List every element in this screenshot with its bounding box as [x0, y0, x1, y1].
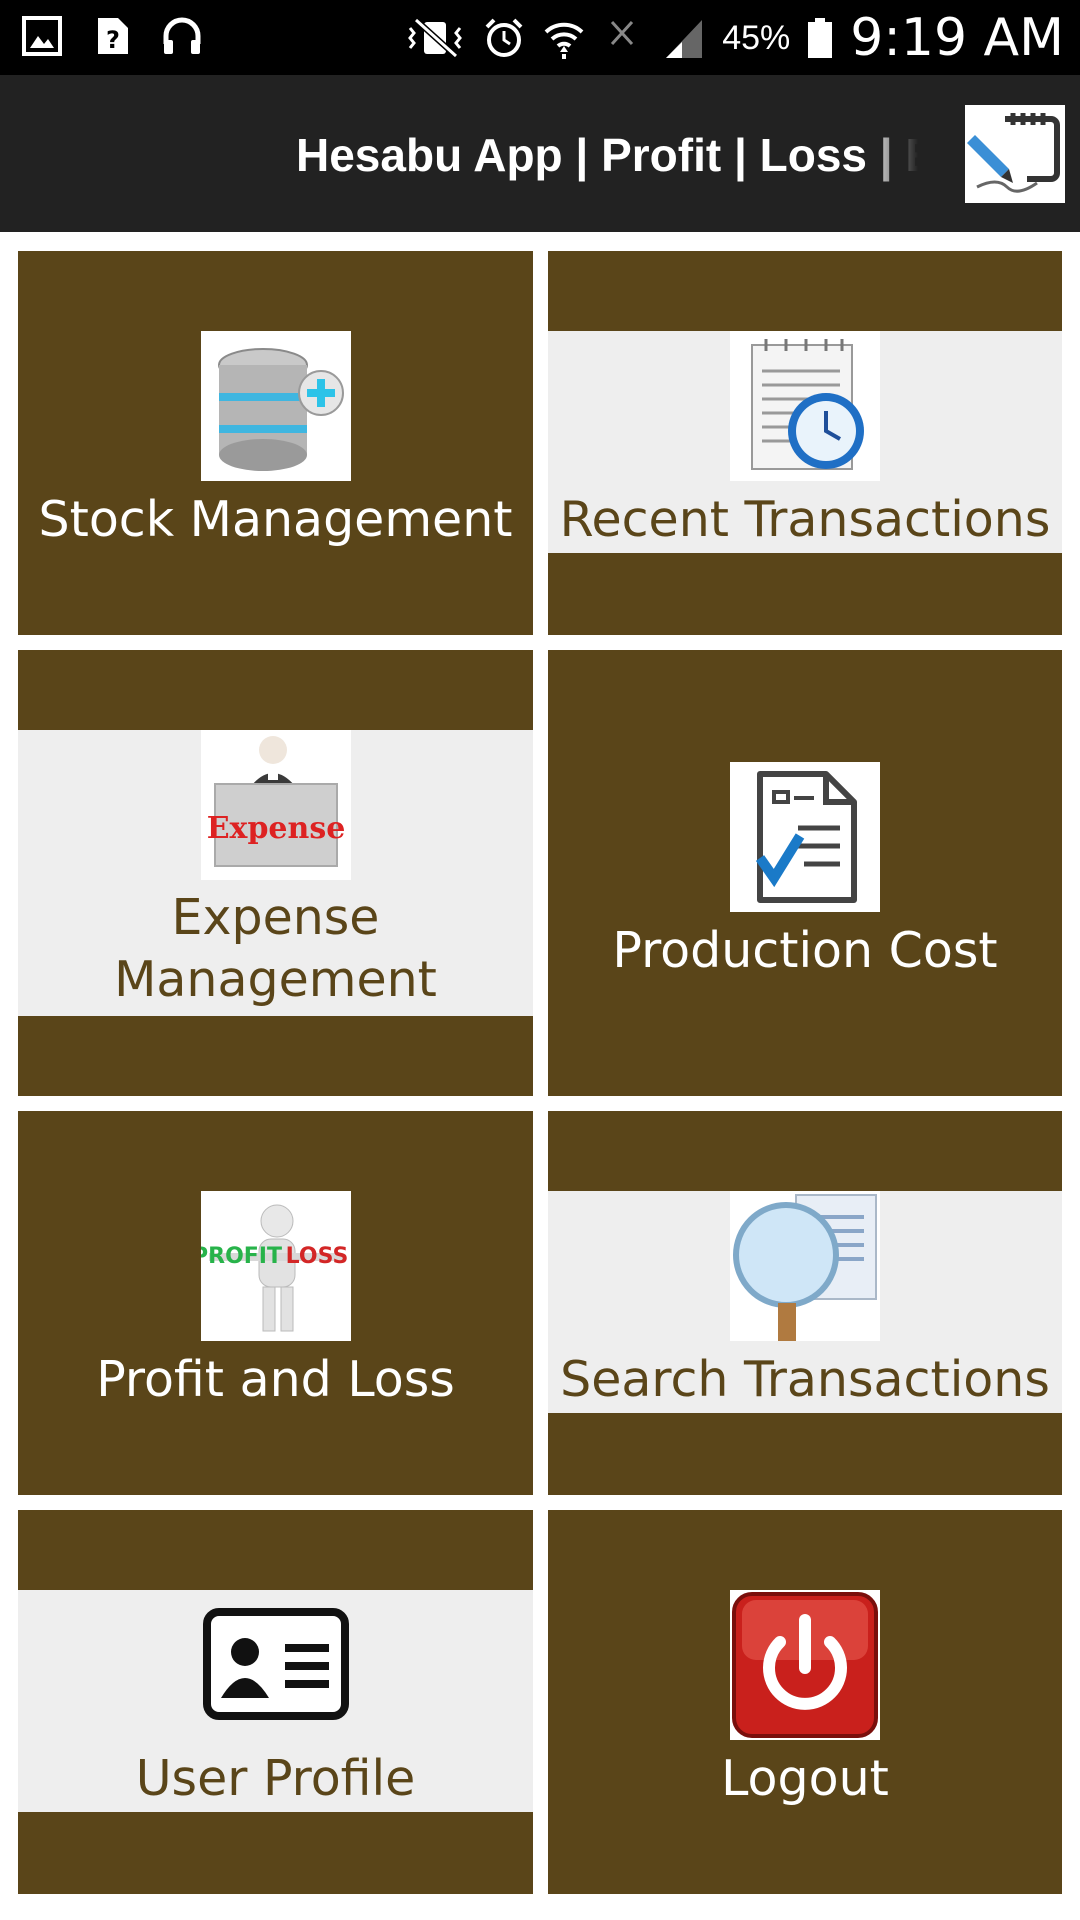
menu-tile-expense-management[interactable]: Expense Expense Management — [18, 650, 533, 1096]
menu-tile-logout[interactable]: Logout — [548, 1510, 1062, 1894]
signature-pen-icon[interactable] — [965, 105, 1065, 203]
menu-tile-label: User Profile — [135, 1750, 416, 1807]
alarm-icon — [485, 18, 523, 57]
menu-tile-label: Expense Management — [114, 889, 437, 1008]
headphones-icon — [163, 17, 201, 54]
svg-text:Expense: Expense — [206, 811, 345, 846]
menu-tile-label: Search Transactions — [560, 1351, 1050, 1408]
app-bar: Hesabu App | Profit | Loss | Expense — [0, 75, 1080, 232]
checklist-document-icon — [730, 762, 880, 912]
cellular-icon — [666, 20, 703, 58]
svg-text:LOSS: LOSS — [285, 1244, 348, 1269]
svg-text:PROFIT: PROFIT — [201, 1244, 282, 1269]
menu-tile-label: Recent Transactions — [559, 491, 1051, 548]
battery-percentage: 45% — [722, 18, 791, 57]
vibrate-icon — [408, 17, 463, 59]
menu-tile-production-cost[interactable]: Production Cost — [548, 650, 1062, 1096]
wifi-icon — [544, 22, 584, 59]
menu-tile-stock-management[interactable]: Stock Management — [18, 251, 533, 635]
clock: 9:19 AM — [850, 8, 1064, 68]
menu-tile-search-transactions[interactable]: Search Transactions — [548, 1111, 1062, 1495]
unknown-file-icon: ? — [98, 18, 128, 54]
menu-tile-label: Production Cost — [612, 922, 998, 979]
id-card-icon — [201, 1590, 351, 1740]
menu-tile-recent-transactions[interactable]: Recent Transactions — [548, 251, 1062, 635]
menu-tile-profit-and-loss[interactable]: PROFIT LOSS Profit and Loss — [18, 1111, 533, 1495]
menu-tile-label: Logout — [721, 1750, 889, 1807]
power-icon — [730, 1590, 880, 1740]
battery-icon — [808, 18, 833, 58]
database-add-icon — [200, 331, 351, 481]
svg-text:?: ? — [106, 26, 120, 54]
profit-loss-scale-icon: PROFIT LOSS — [200, 1191, 351, 1341]
menu-tile-label: Profit and Loss — [96, 1351, 455, 1408]
notepad-clock-icon — [730, 331, 880, 481]
status-bar: ? 45% 9:19 AM — [0, 0, 1080, 75]
no-signal-icon — [611, 20, 634, 46]
gallery-icon — [22, 16, 62, 56]
magnifier-document-icon — [730, 1191, 880, 1341]
menu-tile-label: Stock Management — [38, 491, 513, 548]
menu-tile-user-profile[interactable]: User Profile — [18, 1510, 533, 1894]
app-title: Hesabu App | Profit | Loss | Expense — [296, 129, 918, 181]
expense-person-icon: Expense — [200, 730, 351, 880]
